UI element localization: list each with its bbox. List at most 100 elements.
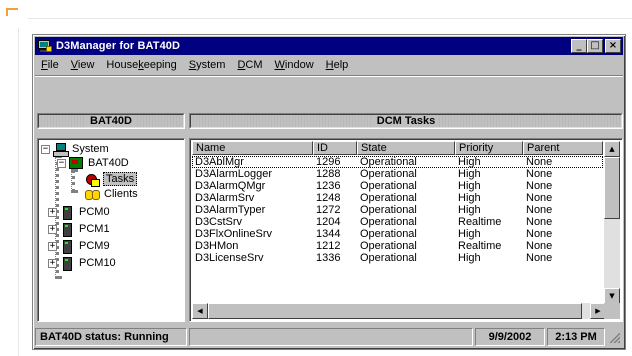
title-bar[interactable]: D3Manager for BAT40D _ □ × (35, 37, 623, 55)
scroll-left-button[interactable]: ◀ (192, 303, 208, 319)
menu-window[interactable]: Window (269, 59, 320, 71)
right-pane-header: DCM Tasks (189, 113, 623, 129)
cell-id: 1204 (316, 216, 341, 228)
menu-view[interactable]: View (65, 59, 101, 71)
expand-toggle[interactable]: + (48, 224, 57, 234)
scroll-thumb[interactable] (208, 303, 582, 319)
vertical-scrollbar[interactable]: ▲ ▼ (604, 141, 620, 304)
close-button[interactable]: × (605, 39, 621, 53)
horizontal-scrollbar[interactable]: ◀ ▶ (192, 303, 606, 319)
toolbar-area (35, 75, 623, 109)
tree-node-pcm9[interactable]: + PCM9 (48, 239, 111, 254)
maximize-button[interactable]: □ (587, 39, 603, 53)
status-text: BAT40D status: Running (35, 328, 187, 346)
tree-node-label: PCM0 (79, 206, 110, 218)
system-tree[interactable]: − System − BAT40D Tasks Clients + PCM0 +… (37, 138, 185, 322)
cell-name: D3AlarmTyper (195, 204, 266, 216)
page-corner-mark (6, 8, 18, 16)
cell-name: D3AlarmSrv (195, 192, 255, 204)
tasks-icon (85, 173, 100, 187)
table-row[interactable]: D3CstSrv 1204 Operational Realtime None (192, 216, 603, 228)
cell-priority: High (458, 228, 481, 240)
cell-id: 1272 (316, 204, 341, 216)
cell-priority: High (458, 168, 481, 180)
column-header-priority[interactable]: Priority (455, 141, 523, 155)
cell-priority: High (458, 252, 481, 264)
cell-id: 1248 (316, 192, 341, 204)
cell-name: D3LicenseSrv (195, 252, 264, 264)
cell-priority: Realtime (458, 240, 502, 252)
cell-id: 1212 (316, 240, 341, 252)
cell-id: 1344 (316, 228, 341, 240)
scroll-corner (604, 303, 620, 319)
scroll-down-button[interactable]: ▼ (604, 288, 620, 304)
cell-name: D3FlxOnlineSrv (195, 228, 273, 240)
table-row[interactable]: D3AlarmSrv 1248 Operational High None (192, 192, 603, 204)
menu-bar: File View Housekeeping System DCM Window… (35, 56, 623, 74)
expand-toggle[interactable]: + (48, 258, 57, 268)
cell-name: D3AlarmQMgr (195, 180, 266, 192)
tasks-list[interactable]: Name ID State Priority Parent D3AblMgr 12… (189, 138, 623, 322)
cell-priority: High (458, 156, 481, 168)
tree-node-system[interactable]: − System (41, 142, 110, 157)
table-row[interactable]: D3AblMgr 1296 Operational High None (192, 156, 603, 168)
collapse-toggle[interactable]: − (41, 144, 50, 154)
tree-node-tasks[interactable]: Tasks (85, 172, 138, 187)
window-title: D3Manager for BAT40D (56, 40, 181, 52)
cell-parent: None (526, 228, 553, 240)
cell-state: Operational (360, 204, 417, 216)
host-icon (69, 156, 83, 170)
status-bar: BAT40D status: Running 9/9/2002 2:13 PM (35, 327, 623, 347)
tree-node-pcm1[interactable]: + PCM1 (48, 222, 111, 237)
resize-grip-icon[interactable] (607, 330, 621, 344)
tree-node-label: PCM10 (79, 257, 116, 269)
cell-state: Operational (360, 180, 417, 192)
system-icon (53, 142, 69, 157)
table-row[interactable]: D3AlarmTyper 1272 Operational High None (192, 204, 603, 216)
minimize-button[interactable]: _ (571, 39, 587, 53)
collapse-toggle[interactable]: − (57, 158, 66, 168)
cell-priority: High (458, 180, 481, 192)
status-panel (189, 328, 473, 346)
tree-node-label: System (72, 143, 109, 155)
menu-housekeeping[interactable]: Housekeeping (100, 59, 182, 71)
left-pane-header: BAT40D (37, 113, 185, 129)
cell-priority: Realtime (458, 216, 502, 228)
table-row[interactable]: D3HMon 1212 Operational Realtime None (192, 240, 603, 252)
app-window: D3Manager for BAT40D _ □ × File View Hou… (32, 34, 626, 350)
app-icon[interactable] (37, 39, 53, 53)
table-row[interactable]: D3LicenseSrv 1336 Operational High None (192, 252, 603, 264)
tree-node-bat40d[interactable]: − BAT40D (57, 156, 130, 170)
menu-help[interactable]: Help (320, 59, 355, 71)
table-row[interactable]: D3AlarmQMgr 1236 Operational High None (192, 180, 603, 192)
cell-state: Operational (360, 252, 417, 264)
cell-name: D3HMon (195, 240, 239, 252)
expand-toggle[interactable]: + (48, 241, 57, 251)
menu-file[interactable]: File (35, 59, 65, 71)
table-row[interactable]: D3AlarmLogger 1288 Operational High None (192, 168, 603, 180)
menu-dcm[interactable]: DCM (231, 59, 268, 71)
table-row[interactable]: D3FlxOnlineSrv 1344 Operational High None (192, 228, 603, 240)
tree-node-label: PCM9 (79, 240, 110, 252)
tree-node-label: BAT40D (88, 157, 129, 169)
tree-node-pcm10[interactable]: + PCM10 (48, 256, 117, 271)
expand-toggle[interactable]: + (48, 207, 57, 217)
cell-id: 1296 (316, 156, 341, 168)
column-header-state[interactable]: State (357, 141, 455, 155)
status-time: 2:13 PM (547, 328, 605, 346)
pcm-icon (60, 239, 74, 254)
column-header-name[interactable]: Name (192, 141, 313, 155)
menu-system[interactable]: System (183, 59, 232, 71)
cell-id: 1236 (316, 180, 341, 192)
tree-node-clients[interactable]: Clients (85, 187, 139, 201)
divider (18, 28, 19, 356)
scroll-thumb[interactable] (604, 157, 620, 219)
cell-state: Operational (360, 168, 417, 180)
column-header-id[interactable]: ID (313, 141, 357, 155)
tree-node-pcm0[interactable]: + PCM0 (48, 205, 111, 220)
divider (28, 18, 632, 19)
cell-state: Operational (360, 240, 417, 252)
column-header-parent[interactable]: Parent (523, 141, 603, 155)
cell-state: Operational (360, 228, 417, 240)
scroll-up-button[interactable]: ▲ (604, 141, 620, 157)
